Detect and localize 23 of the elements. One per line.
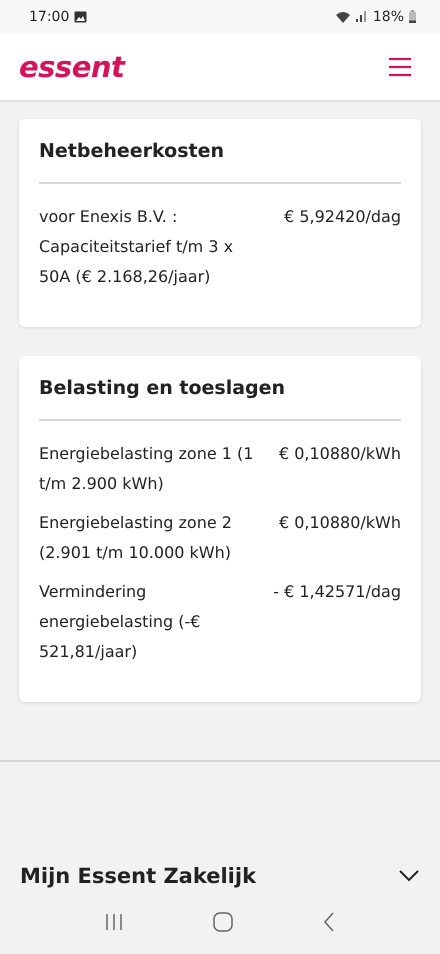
price-value: - € 1,42571/dag <box>273 581 401 603</box>
status-time: 17:00 <box>29 8 70 24</box>
battery-percent: 18% <box>372 8 404 24</box>
logo[interactable]: essent <box>19 50 124 84</box>
price-label: Energiebelasting zone 1 (1 t/m 2.900 kWh) <box>39 443 254 495</box>
home-icon[interactable] <box>213 912 233 932</box>
back-icon[interactable] <box>323 912 335 932</box>
recent-apps-icon[interactable] <box>105 913 123 931</box>
battery-icon <box>409 10 416 23</box>
price-label: voor Enexis B.V. : Capaciteitstarief t/m 3 x 50A (€ 2.168,26/jaar) <box>39 206 234 288</box>
footer-title: Mijn Essent Zakelijk <box>20 864 256 888</box>
card-title: Belasting en toeslagen <box>39 376 286 400</box>
price-value: € 5,92420/dag <box>284 206 401 228</box>
price-label: Energiebelasting zone 2 (2.901 t/m 10.000 kWh) <box>39 512 233 564</box>
menu-icon[interactable] <box>389 56 411 76</box>
accordion-header[interactable]: Mijn Essent Zakelijk <box>0 864 440 888</box>
card-title: Netbeheerkosten <box>39 139 226 163</box>
signal-icon <box>356 11 366 22</box>
image-icon <box>74 10 88 22</box>
price-value: € 0,10880/kWh <box>278 443 401 465</box>
wifi-icon <box>334 10 351 22</box>
price-value: € 0,10880/kWh <box>278 512 401 534</box>
price-label: Vermindering energiebelasting (-€ 521,81/jaar) <box>39 581 202 663</box>
